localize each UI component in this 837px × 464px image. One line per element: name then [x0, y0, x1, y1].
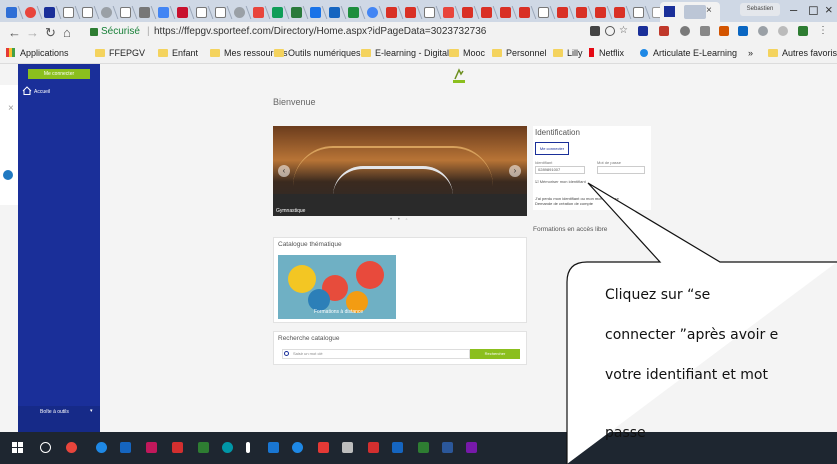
callout-line: connecter ”après avoir e — [605, 327, 779, 343]
callout-line: Cliquez sur “se — [605, 287, 711, 303]
callout-line: votre identifiant et mot — [605, 367, 768, 383]
callout-bubble — [566, 182, 837, 464]
callout-line: passe — [605, 425, 646, 441]
screenshot: × Sebastien – ◻ × ← → ↻ ⌂ Sécurisé | htt… — [0, 0, 837, 464]
